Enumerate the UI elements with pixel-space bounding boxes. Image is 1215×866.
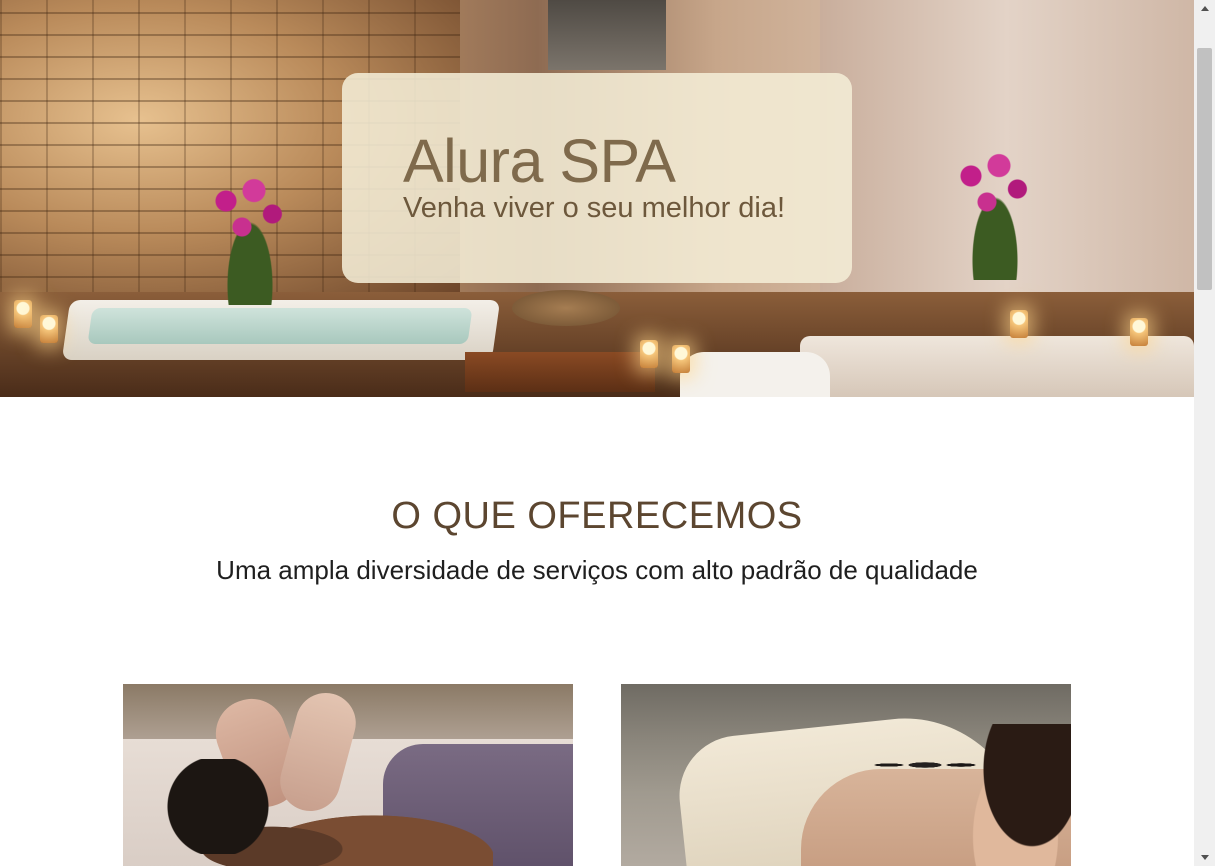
head-image (966, 724, 1071, 866)
candle-image (640, 340, 658, 368)
hero-banner: Alura SPA Venha viver o seu melhor dia! (0, 0, 1194, 397)
massage-service-image (123, 684, 573, 866)
hero-card: Alura SPA Venha viver o seu melhor dia! (342, 73, 852, 283)
candle-image (672, 345, 690, 373)
bathtub-water-image (87, 308, 473, 344)
triangle-up-icon (1200, 6, 1209, 11)
services-section-subtitle: Uma ampla diversidade de serviços com al… (216, 555, 978, 585)
hot-stone-service-image (621, 684, 1071, 866)
vertical-scrollbar[interactable] (1194, 0, 1215, 866)
hair-image (158, 759, 278, 854)
scroll-thumb[interactable] (1197, 48, 1212, 290)
orchid-image (210, 175, 290, 305)
scroll-down-button[interactable] (1194, 849, 1215, 866)
candle-image (40, 315, 58, 343)
candle-image (14, 300, 32, 328)
candle-image (1010, 310, 1028, 338)
candle-image (1130, 318, 1148, 346)
hero-title: Alura SPA (403, 127, 676, 195)
basket-image (512, 290, 620, 326)
bench-image (465, 352, 655, 392)
triangle-down-icon (1200, 855, 1209, 860)
wall-frame-image (548, 0, 666, 70)
scroll-up-button[interactable] (1194, 0, 1215, 17)
towel-image (680, 352, 830, 397)
hero-subtitle: Venha viver o seu melhor dia! (403, 192, 786, 224)
page: Alura SPA Venha viver o seu melhor dia! … (0, 0, 1194, 866)
services-section-title: O QUE OFERECEMOS (391, 495, 803, 537)
orchid-image (955, 150, 1035, 280)
